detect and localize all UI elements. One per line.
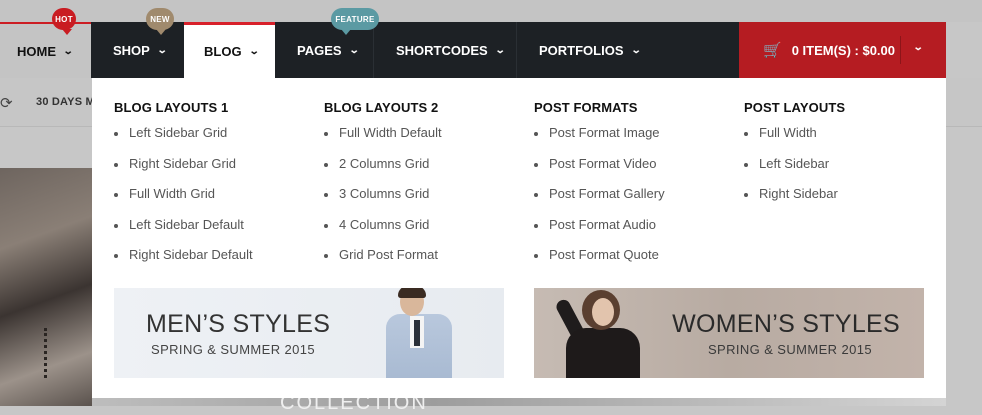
cart-summary: 0 ITEM(S) : $0.00 [791, 42, 895, 58]
hot-badge: HOT [52, 8, 76, 35]
menu-link[interactable]: Left Sidebar Default [114, 217, 253, 248]
banner-subtitle: SPRING & SUMMER 2015 [707, 342, 872, 357]
banner-title: WOMEN’S STYLES [672, 310, 900, 338]
menu-link[interactable]: Left Sidebar [744, 156, 845, 187]
chevron-down-icon: ⌄ [348, 44, 360, 56]
woman-figure [566, 328, 640, 378]
menu-link[interactable]: Post Format Audio [534, 217, 665, 248]
banner-subtitle: SPRING & SUMMER 2015 [151, 342, 316, 357]
shopping-cart-icon: 🛒 [763, 42, 782, 59]
menu-column-title: BLOG LAYOUTS 2 [324, 100, 439, 115]
promo-text: 30 DAYS M [36, 96, 95, 108]
cart-divider [900, 36, 901, 64]
mens-styles-banner[interactable]: MEN’S STYLES SPRING & SUMMER 2015 [114, 288, 504, 378]
feature-badge: FEATURE [331, 8, 379, 35]
nav-item-pages[interactable]: PAGES ⌄ [275, 22, 373, 78]
main-navigation: HOME ⌄ SHOP ⌄ BLOG ⌄ PAGES ⌄ SHORTCODES … [0, 8, 946, 78]
man-tie [414, 320, 420, 346]
background-bottom-image [92, 398, 946, 406]
menu-link[interactable]: 2 Columns Grid [324, 156, 442, 187]
chevron-down-icon: ⌄ [630, 44, 642, 56]
menu-link[interactable]: Post Format Quote [534, 247, 665, 278]
nav-spacer [653, 22, 739, 78]
earring-decoration [44, 328, 55, 378]
menu-link[interactable]: Right Sidebar Grid [114, 156, 253, 187]
menu-link[interactable]: Right Sidebar Default [114, 247, 253, 278]
menu-column-title: POST FORMATS [534, 100, 638, 115]
nav-item-home[interactable]: HOME ⌄ [0, 22, 91, 78]
banner-title: MEN’S STYLES [146, 310, 331, 338]
menu-column-blog-layouts-2: BLOG LAYOUTS 2 Full Width Default 2 Colu… [324, 100, 442, 278]
blog-mega-menu: BLOG LAYOUTS 1 Left Sidebar Grid Right S… [92, 78, 946, 398]
background-hero-image [0, 168, 92, 406]
chevron-down-icon[interactable]: ⌄ [913, 42, 924, 53]
menu-column-title: POST LAYOUTS [744, 100, 846, 115]
nav-item-label: SHORTCODES [396, 42, 488, 58]
nav-item-label: SHOP [113, 42, 150, 58]
menu-column-post-layouts: POST LAYOUTS Full Width Left Sidebar Rig… [744, 100, 845, 217]
chevron-down-icon: ⌄ [62, 45, 74, 57]
menu-link[interactable]: Post Format Gallery [534, 186, 665, 217]
chevron-down-icon: ⌄ [494, 44, 506, 56]
chevron-down-icon: ⌄ [248, 46, 260, 57]
menu-link[interactable]: 3 Columns Grid [324, 186, 442, 217]
menu-link[interactable]: Post Format Image [534, 125, 665, 156]
man-hair [398, 288, 426, 298]
womens-styles-banner[interactable]: WOMEN’S STYLES SPRING & SUMMER 2015 [534, 288, 924, 378]
menu-column-title: BLOG LAYOUTS 1 [114, 100, 229, 115]
menu-column-blog-layouts-1: BLOG LAYOUTS 1 Left Sidebar Grid Right S… [114, 100, 253, 278]
menu-link[interactable]: Full Width Grid [114, 186, 253, 217]
menu-link[interactable]: Full Width Default [324, 125, 442, 156]
woman-face [592, 298, 614, 326]
menu-link[interactable]: Left Sidebar Grid [114, 125, 253, 156]
menu-link[interactable]: 4 Columns Grid [324, 217, 442, 248]
menu-link[interactable]: Right Sidebar [744, 186, 845, 217]
cart-button[interactable]: 🛒 0 ITEM(S) : $0.00 ⌄ [739, 22, 946, 78]
new-badge: NEW [146, 8, 174, 35]
nav-item-label: HOME [17, 43, 56, 59]
repeat-icon: ⟳ [0, 95, 13, 112]
nav-item-label: PAGES [297, 42, 342, 58]
nav-item-portfolios[interactable]: PORTFOLIOS ⌄ [516, 22, 653, 78]
nav-item-blog[interactable]: BLOG ⌄ [184, 22, 275, 78]
menu-link[interactable]: Post Format Video [534, 156, 665, 187]
menu-link[interactable]: Grid Post Format [324, 247, 442, 278]
chevron-down-icon: ⌄ [156, 44, 168, 56]
nav-item-shop[interactable]: SHOP ⌄ [91, 22, 184, 78]
nav-item-shortcodes[interactable]: SHORTCODES ⌄ [373, 22, 516, 78]
nav-item-label: BLOG [204, 44, 242, 59]
menu-link[interactable]: Full Width [744, 125, 845, 156]
nav-item-label: PORTFOLIOS [539, 42, 624, 58]
menu-column-post-formats: POST FORMATS Post Format Image Post Form… [534, 100, 665, 278]
